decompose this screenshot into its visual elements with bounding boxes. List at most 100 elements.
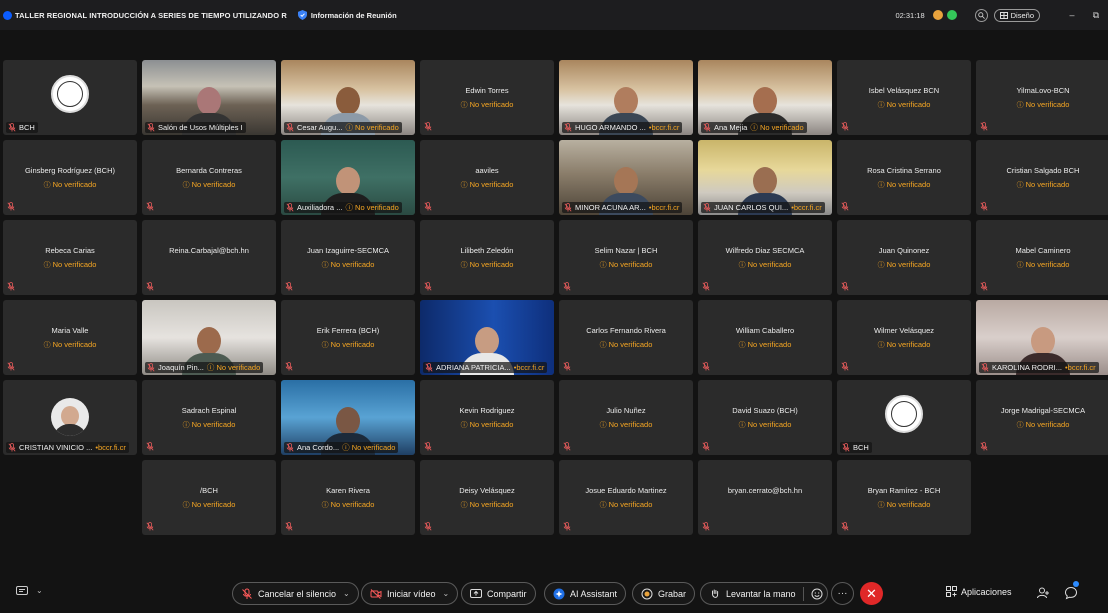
participant-tile[interactable]: Bernarda Contreras No verificado	[142, 140, 276, 215]
participant-tile[interactable]: Rebeca Carias No verificado	[3, 220, 137, 295]
participant-tile[interactable]: Josue Eduardo Martinez No verificado	[559, 460, 693, 535]
meeting-info-link[interactable]: Información de Reunión	[311, 11, 397, 20]
minimize-button[interactable]: –	[1060, 10, 1084, 20]
end-call-button[interactable]: ✕	[860, 582, 883, 605]
start-video-button[interactable]: Iniciar vídeo ⌄	[361, 582, 459, 605]
participant-tile[interactable]: Edwin Torres No verificado	[420, 60, 554, 135]
participant-tile[interactable]: HUGO ARMANDO ... •bccr.fi.cr	[559, 60, 693, 135]
unverified-text: No verificado	[216, 363, 261, 372]
domain-text: bccr.fi.cr	[651, 123, 680, 132]
mic-muted-icon	[980, 202, 988, 211]
mic-muted-icon	[841, 522, 849, 531]
participant-tile[interactable]: Selim Nazar | BCH No verificado	[559, 220, 693, 295]
participant-tile[interactable]: CRISTIAN VINICIO ... •bccr.fi.cr	[3, 380, 137, 455]
mic-muted-icon	[286, 203, 294, 212]
chat-icon[interactable]	[1064, 586, 1078, 600]
participant-tile[interactable]: Joaquín Pin... ⓘ No verificado	[142, 300, 276, 375]
restore-button[interactable]: ⧉	[1084, 10, 1108, 21]
participant-tile[interactable]: YilmaLovo-BCN No verificado	[976, 60, 1108, 135]
participant-tile[interactable]: Sadrach Espinal No verificado	[142, 380, 276, 455]
participant-tile[interactable]: Wilmer Velásquez No verificado	[837, 300, 971, 375]
participant-tile[interactable]: Kevin Rodriguez No verificado	[420, 380, 554, 455]
shield-icon[interactable]	[297, 10, 307, 20]
mic-muted-icon	[7, 362, 15, 371]
record-button[interactable]: Grabar	[632, 582, 696, 605]
participant-tile[interactable]: Deisy Velásquez No verificado	[420, 460, 554, 535]
participant-tile[interactable]: /BCH No verificado	[142, 460, 276, 535]
share-button[interactable]: Compartir	[461, 582, 536, 605]
connection-dot-icon[interactable]	[946, 10, 957, 20]
mic-muted-icon	[702, 362, 710, 371]
participant-tile[interactable]: Ana Mejia ⓘ No verificado	[698, 60, 832, 135]
participant-tile[interactable]: Ginsberg Rodríguez (BCH) No verificado	[3, 140, 137, 215]
mic-muted-icon	[980, 282, 988, 291]
mic-muted-icon	[425, 363, 433, 372]
participant-tile[interactable]: Cesar Augu... ⓘ No verificado	[281, 60, 415, 135]
participant-tile[interactable]: Isbel Velásquez BCN No verificado	[837, 60, 971, 135]
unverified-status: No verificado	[559, 420, 693, 430]
participant-tile[interactable]: David Suazo (BCH) No verificado	[698, 380, 832, 455]
participant-tile[interactable]: Julio Nuñez No verificado	[559, 380, 693, 455]
participant-tile[interactable]: Bryan Ramírez - BCH No verificado	[837, 460, 971, 535]
participant-name: KAROLINA RODRI...	[992, 363, 1063, 372]
zoom-search-button[interactable]	[974, 8, 988, 22]
participant-tile[interactable]: Lilibeth Zeledón No verificado	[420, 220, 554, 295]
chevron-down-icon[interactable]: ⌄	[343, 589, 350, 598]
participant-tile[interactable]: MINOR ACUNA AR... •bccr.fi.cr	[559, 140, 693, 215]
unverified-status: No verificado	[281, 260, 415, 270]
participant-name: Ginsberg Rodríguez (BCH)	[24, 166, 116, 175]
participant-label: JUAN CARLOS QUI... •bccr.fi.cr	[701, 202, 825, 213]
participant-tile[interactable]: Maria Valle No verificado	[3, 300, 137, 375]
mic-muted-icon	[702, 522, 710, 531]
participant-tile[interactable]: BCH	[837, 380, 971, 455]
participant-tile[interactable]: Wilfredo Diaz SECMCA No verificado	[698, 220, 832, 295]
participant-tile[interactable]: Karen Rivera No verificado	[281, 460, 415, 535]
apps-button[interactable]: Aplicaciones	[946, 586, 1012, 597]
participant-label: Salón de Usos Múltiples I	[145, 122, 246, 133]
video-off-icon	[370, 588, 382, 599]
participant-tile[interactable]: Cristian Salgado BCH No verificado	[976, 140, 1108, 215]
participant-domain: •bccr.fi.cr	[648, 123, 680, 132]
reactions-emoji-icon[interactable]	[811, 588, 823, 600]
unverified-status: No verificado	[420, 420, 554, 430]
more-options-button[interactable]: ···	[831, 582, 854, 605]
ai-assistant-button[interactable]: AI Assistant	[544, 582, 627, 605]
unverified-status: No verificado	[3, 180, 137, 190]
domain-text: bccr.fi.cr	[651, 203, 680, 212]
mic-muted-icon	[147, 123, 155, 132]
participant-tile[interactable]: Erik Ferrera (BCH) No verificado	[281, 300, 415, 375]
participant-tile[interactable]: aaviles No verificado	[420, 140, 554, 215]
participant-tile[interactable]: Jorge Madrigal-SECMCA No verificado	[976, 380, 1108, 455]
participant-name: Selim Nazar | BCH	[594, 246, 658, 255]
chevron-down-icon[interactable]: ⌄	[443, 589, 450, 598]
participant-tile[interactable]: Auxiliadora ... ⓘ No verificado	[281, 140, 415, 215]
participant-tile[interactable]: BCH	[3, 60, 137, 135]
mic-muted-icon	[286, 123, 294, 132]
participant-name: Juan Quinonez	[878, 246, 930, 255]
participant-tile[interactable]: Rosa Cristina Serrano No verificado	[837, 140, 971, 215]
unmute-button[interactable]: Cancelar el silencio ⌄	[232, 582, 359, 605]
participant-tile[interactable]: Salón de Usos Múltiples I	[142, 60, 276, 135]
participant-tile[interactable]: Mabel Caminero No verificado	[976, 220, 1108, 295]
raise-hand-button[interactable]: Levantar la mano	[700, 582, 828, 605]
mic-muted-icon	[146, 522, 154, 531]
participant-tile[interactable]: Juan Izaguirre-SECMCA No verificado	[281, 220, 415, 295]
participant-name: Karen Rivera	[326, 486, 370, 495]
captions-menu-button[interactable]: ⌄	[16, 586, 43, 597]
participant-tile[interactable]: Carlos Fernando Rivera No verificado	[559, 300, 693, 375]
participant-tile[interactable]: JUAN CARLOS QUI... •bccr.fi.cr	[698, 140, 832, 215]
status-dot-icon[interactable]	[932, 10, 943, 20]
participant-tile[interactable]: ADRIANA PATRICIA... •bccr.fi.cr	[420, 300, 554, 375]
layout-design-button[interactable]: Diseño	[993, 8, 1040, 22]
participant-tile[interactable]: Ana Cordo... ⓘ No verificado	[281, 380, 415, 455]
participant-name: Reina.Carbajal@bch.hn	[169, 246, 249, 255]
share-label: Compartir	[487, 588, 527, 599]
participant-tile[interactable]: KAROLINA RODRI... •bccr.fi.cr	[976, 300, 1108, 375]
participant-tile[interactable]: Juan Quinonez No verificado	[837, 220, 971, 295]
participants-icon[interactable]	[1036, 586, 1050, 600]
participant-tile[interactable]: bryan.cerrato@bch.hn	[698, 460, 832, 535]
participant-tile[interactable]: Reina.Carbajal@bch.hn	[142, 220, 276, 295]
unverified-status: No verificado	[3, 260, 137, 270]
participant-tile[interactable]: William Caballero No verificado	[698, 300, 832, 375]
meeting-timer: 02:31:18	[895, 10, 925, 20]
